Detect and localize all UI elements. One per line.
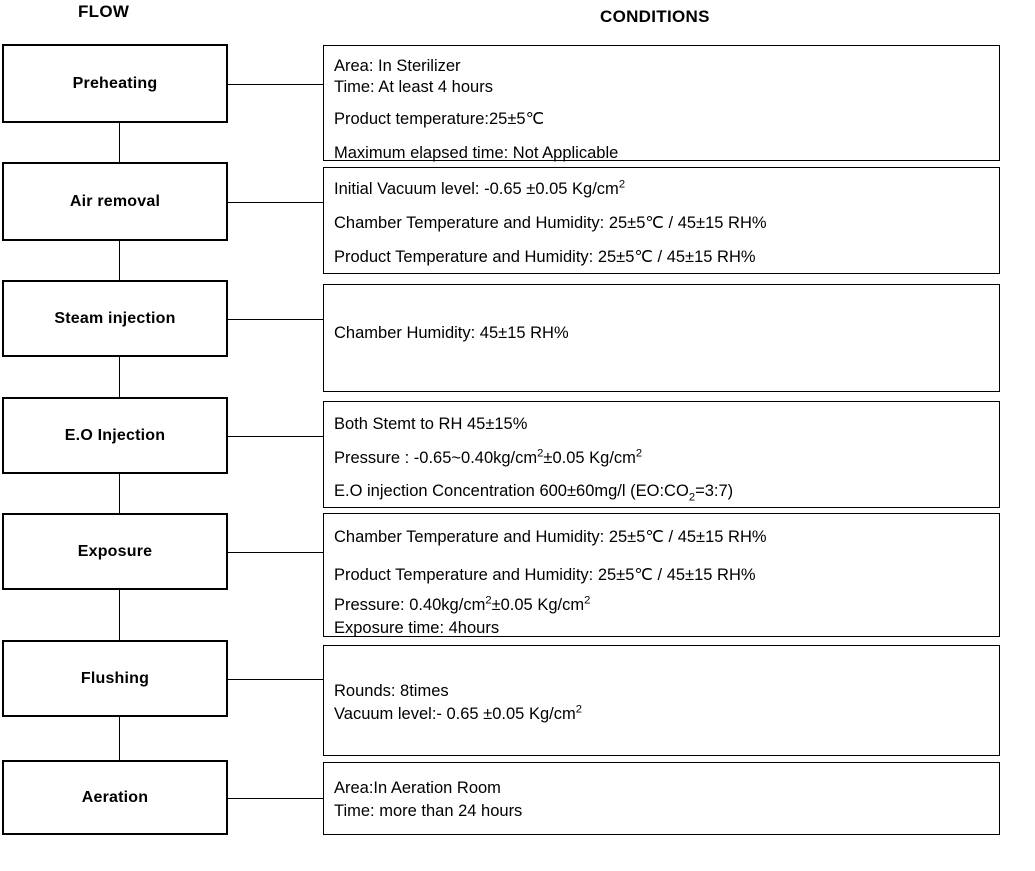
condition-line: Chamber Humidity: 45±15 RH%: [334, 324, 569, 342]
condition-line: Pressure: 0.40kg/cm2±0.05 Kg/cm2: [334, 594, 591, 614]
flow-box-label: Flushing: [80, 669, 150, 687]
condition-line: Initial Vacuum level: -0.65 ±0.05 Kg/cm2: [334, 178, 626, 198]
condition-line: Product temperature:25±5℃: [334, 110, 545, 128]
link-steam-injection: [228, 319, 323, 320]
condition-line: Product Temperature and Humidity: 25±5℃ …: [334, 565, 756, 584]
flow-box-label: E.O Injection: [64, 426, 166, 444]
condition-box-eo-injection: Both Stemt to RH 45±15% Pressure : -0.65…: [323, 401, 1000, 508]
condition-line: Time: more than 24 hours: [334, 801, 523, 820]
link-exposure: [228, 552, 323, 553]
flow-column-header: FLOW: [78, 2, 130, 21]
condition-line: Exposure time: 4hours: [334, 618, 500, 637]
condition-line: Pressure : -0.65~0.40kg/cm2±0.05 Kg/cm2: [334, 447, 643, 467]
link-air-removal: [228, 202, 323, 203]
flow-box-steam-injection[interactable]: Steam injection: [2, 280, 228, 357]
flow-box-preheating[interactable]: Preheating: [2, 44, 228, 123]
flow-connector-1: [119, 123, 120, 162]
condition-box-aeration: Area:In Aeration Room Time: more than 24…: [323, 762, 1000, 835]
process-flow-diagram: FLOW CONDITIONS Preheating Air removal S…: [0, 0, 1035, 871]
flow-box-eo-injection[interactable]: E.O Injection: [2, 397, 228, 474]
condition-box-preheating: Area: In Sterilizer Time: At least 4 hou…: [323, 45, 1000, 161]
condition-line: Chamber Temperature and Humidity: 25±5℃ …: [334, 213, 767, 232]
link-flushing: [228, 679, 323, 680]
flow-box-exposure[interactable]: Exposure: [2, 513, 228, 590]
conditions-column-header: CONDITIONS: [600, 7, 710, 26]
flow-connector-5: [119, 590, 120, 640]
condition-line: Time: At least 4 hours: [334, 77, 493, 96]
condition-line: Product Temperature and Humidity: 25±5℃ …: [334, 248, 756, 266]
flow-box-aeration[interactable]: Aeration: [2, 760, 228, 835]
condition-line: Rounds: 8times: [334, 682, 449, 700]
flow-box-label: Preheating: [72, 74, 158, 92]
link-aeration: [228, 798, 323, 799]
flow-box-label: Aeration: [81, 788, 149, 806]
flow-box-label: Steam injection: [54, 309, 176, 327]
condition-box-air-removal: Initial Vacuum level: -0.65 ±0.05 Kg/cm2…: [323, 167, 1000, 274]
condition-line: Chamber Temperature and Humidity: 25±5℃ …: [334, 528, 767, 546]
flow-box-flushing[interactable]: Flushing: [2, 640, 228, 717]
link-preheating: [228, 84, 323, 85]
flow-connector-3: [119, 357, 120, 397]
flow-connector-6: [119, 717, 120, 760]
condition-line: Area: In Sterilizer: [334, 57, 461, 75]
condition-box-flushing: Rounds: 8times Vacuum level:- 0.65 ±0.05…: [323, 645, 1000, 756]
flow-box-label: Air removal: [69, 192, 161, 210]
condition-box-exposure: Chamber Temperature and Humidity: 25±5℃ …: [323, 513, 1000, 637]
flow-connector-4: [119, 474, 120, 513]
condition-line: Area:In Aeration Room: [334, 779, 501, 797]
condition-line: E.O injection Concentration 600±60mg/l (…: [334, 482, 734, 504]
flow-connector-2: [119, 241, 120, 280]
link-eo-injection: [228, 436, 323, 437]
flow-box-label: Exposure: [77, 542, 153, 560]
condition-box-steam-injection: Chamber Humidity: 45±15 RH%: [323, 284, 1000, 392]
condition-line: Maximum elapsed time: Not Applicable: [334, 143, 619, 162]
condition-line: Vacuum level:- 0.65 ±0.05 Kg/cm2: [334, 703, 582, 723]
condition-line: Both Stemt to RH 45±15%: [334, 415, 528, 433]
flow-box-air-removal[interactable]: Air removal: [2, 162, 228, 241]
